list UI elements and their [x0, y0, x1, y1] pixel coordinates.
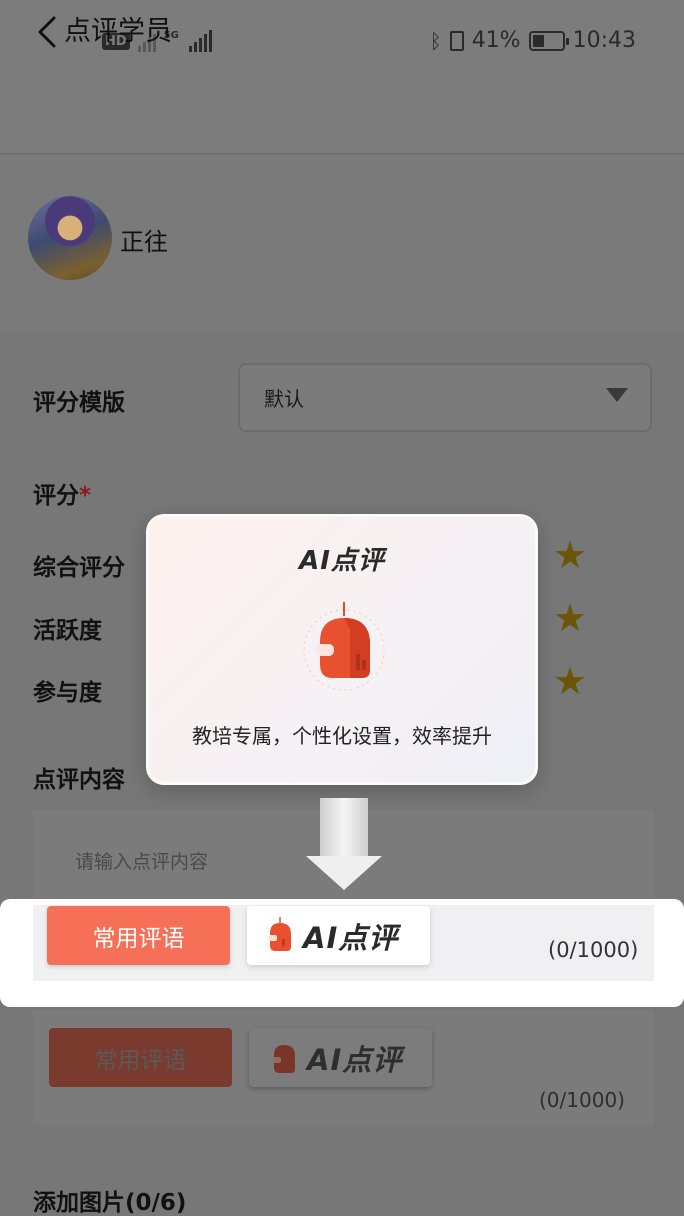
- char-counter-dim: (0/1000): [539, 1088, 625, 1112]
- ai-robot-icon: [303, 602, 385, 691]
- ai-review-label: AI点评: [303, 920, 399, 955]
- rating-row-label-activity: 活跃度: [33, 618, 102, 644]
- back-arrow-icon[interactable]: [34, 12, 60, 52]
- vibrate-icon: [449, 30, 464, 51]
- page-title: 点评学员: [64, 16, 172, 47]
- ai-robot-icon: [269, 916, 291, 951]
- bluetooth-icon: ᛒ: [429, 28, 442, 53]
- comment-placeholder: 请输入点评内容: [75, 851, 209, 873]
- template-select-value: 默认: [264, 387, 304, 411]
- battery-percent: 41%: [471, 28, 521, 53]
- battery-fill: [532, 34, 544, 47]
- comment-label: 点评内容: [33, 767, 125, 793]
- common-phrases-button-dim[interactable]: 常用评语: [49, 1028, 232, 1087]
- signal-icon-2: [188, 30, 212, 52]
- popup-description: 教培专属，个性化设置，效率提升: [192, 724, 492, 748]
- popup-title: AI点评: [299, 546, 385, 576]
- nav-bar: [0, 86, 684, 154]
- char-counter: (0/1000): [548, 938, 639, 962]
- down-arrow-head: [306, 856, 382, 890]
- down-arrow-icon: [320, 798, 368, 858]
- user-name: 正往: [120, 228, 168, 256]
- rating-row-label-overall: 综合评分: [33, 555, 125, 581]
- avatar: [28, 196, 112, 280]
- star-icon[interactable]: ★: [553, 536, 587, 574]
- status-right: ᛒ 41% 10:43: [430, 28, 636, 53]
- star-icon[interactable]: ★: [553, 599, 587, 637]
- common-phrases-button[interactable]: 常用评语: [47, 906, 230, 965]
- ai-review-label-dim: AI点评: [307, 1042, 403, 1077]
- rating-label-text: 评分: [33, 483, 79, 509]
- add-image-label: 添加图片(0/6): [33, 1190, 187, 1216]
- ai-review-button-dim[interactable]: AI点评: [249, 1028, 432, 1087]
- caret-down-icon: [606, 388, 628, 402]
- clock: 10:43: [572, 28, 636, 53]
- ai-review-button[interactable]: AI点评: [247, 906, 430, 965]
- required-mark: *: [79, 483, 92, 509]
- ai-robot-icon: [273, 1044, 295, 1073]
- rating-label: 评分*: [33, 476, 91, 510]
- template-label: 评分模版: [33, 390, 125, 416]
- battery-icon: [528, 30, 569, 51]
- common-phrases-label-dim: 常用评语: [94, 1047, 187, 1074]
- star-icon[interactable]: ★: [553, 662, 587, 700]
- rating-row-label-participation: 参与度: [33, 680, 102, 706]
- common-phrases-label: 常用评语: [92, 925, 185, 952]
